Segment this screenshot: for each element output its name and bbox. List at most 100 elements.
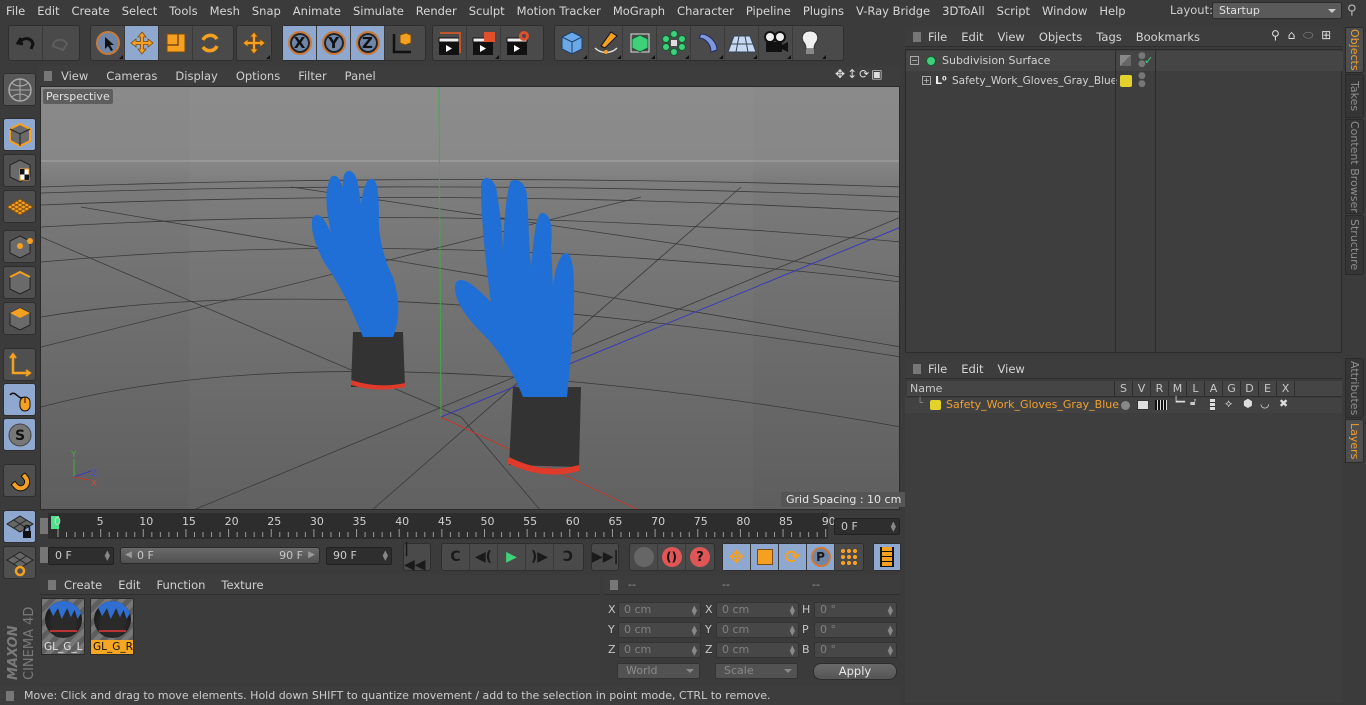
viewport-menu-view[interactable]: View	[52, 69, 97, 83]
column-render[interactable]: R	[1150, 381, 1168, 396]
position-x-field[interactable]: 0 cm ▲ ▼	[618, 602, 701, 618]
layer-row[interactable]: └ Safety_Work_Gloves_Gray_Blue ┕━ 🔓︎ ⟡ ⬢…	[905, 397, 1342, 413]
spinner-icon[interactable]: ▲ ▼	[383, 550, 388, 562]
spinner-icon[interactable]: ▲ ▼	[888, 645, 893, 657]
key-rotation-toggle[interactable]: ⟳	[779, 544, 807, 570]
material-menu-edit[interactable]: Edit	[110, 578, 148, 592]
model-mode-button[interactable]	[3, 118, 36, 151]
add-spline-button[interactable]	[589, 26, 623, 60]
menu-pipeline[interactable]: Pipeline	[740, 4, 797, 18]
size-x-field[interactable]: 0 cm ▲ ▼	[716, 602, 799, 618]
panel-grip[interactable]	[48, 579, 56, 590]
goto-start-button[interactable]: |◀◀	[404, 541, 430, 573]
next-frame-button[interactable]: )▶	[526, 544, 554, 570]
y-axis-toggle[interactable]: Y	[317, 26, 351, 60]
menu-simulate[interactable]: Simulate	[347, 4, 410, 18]
record-keys-button[interactable]	[630, 544, 658, 570]
om-menu-edit[interactable]: Edit	[954, 30, 990, 44]
view-toggle-icon[interactable]	[1137, 400, 1149, 410]
expand-icon[interactable]: +	[922, 76, 931, 85]
column-xrefs[interactable]: X	[1276, 381, 1294, 396]
object-row[interactable]: + L⁰ Safety_Work_Gloves_Gray_Blue ● ●	[906, 71, 1343, 91]
last-tool-button[interactable]	[237, 26, 271, 60]
menu-script[interactable]: Script	[991, 4, 1036, 18]
collapse-icon[interactable]: −	[910, 56, 919, 65]
lm-menu-view[interactable]: View	[991, 362, 1032, 376]
material-menu-function[interactable]: Function	[149, 578, 214, 592]
material-swatch[interactable]: GL_G_L	[41, 598, 85, 655]
viewport-menu-panel[interactable]: Panel	[336, 69, 385, 83]
tweak-mode-button[interactable]	[3, 383, 36, 416]
spinner-icon[interactable]: ▲ ▼	[692, 605, 697, 617]
column-animation[interactable]: A	[1204, 381, 1222, 396]
size-mode-select[interactable]: Scale	[715, 663, 798, 679]
frame-range-slider[interactable]: ◀ 0 F 90 F ▶	[120, 547, 320, 564]
axis-mode-button[interactable]	[3, 348, 36, 381]
pan-icon[interactable]: ✥	[835, 67, 847, 81]
editor-render-toggle-icon[interactable]	[1120, 55, 1131, 66]
tab-takes[interactable]: Takes	[1345, 74, 1364, 118]
menu-help[interactable]: Help	[1093, 4, 1131, 18]
render-to-picture-viewer-button[interactable]	[467, 26, 501, 60]
goto-end-button[interactable]: ▶▶|	[592, 544, 619, 570]
layer-color-swatch[interactable]	[930, 400, 941, 410]
layout-select[interactable]: Startup	[1212, 2, 1342, 19]
column-deformers[interactable]: D	[1240, 381, 1258, 396]
spinner-icon[interactable]: ▲ ▼	[888, 625, 893, 637]
generators-toggle-icon[interactable]: ⟡	[1225, 397, 1232, 411]
keyframe-selection-button[interactable]: ?	[686, 544, 714, 570]
menu-vray-bridge[interactable]: V-Ray Bridge	[850, 4, 936, 18]
position-y-field[interactable]: 0 cm ▲ ▼	[618, 622, 701, 638]
layer-color-swatch[interactable]	[1120, 75, 1132, 87]
redo-button[interactable]	[43, 26, 77, 60]
coordinate-system-button[interactable]	[385, 26, 419, 60]
lm-menu-edit[interactable]: Edit	[954, 362, 990, 376]
play-button[interactable]: ▶	[498, 544, 526, 570]
om-menu-file[interactable]: File	[921, 30, 954, 44]
range-right-arrow-icon[interactable]: ▶	[308, 548, 315, 563]
new-window-icon[interactable]: ⊞	[1321, 28, 1331, 42]
end-frame-field[interactable]: 90 F ▲ ▼	[326, 547, 392, 565]
menu-3dtoall[interactable]: 3DToAll	[936, 4, 991, 18]
search-icon[interactable]: ⚲	[1347, 3, 1357, 18]
render-toggle-icon[interactable]	[1155, 400, 1167, 410]
points-mode-button[interactable]	[3, 230, 36, 263]
om-menu-objects[interactable]: Objects	[1032, 30, 1089, 44]
panel-grip[interactable]	[913, 31, 921, 42]
menu-character[interactable]: Character	[671, 4, 740, 18]
tab-layers[interactable]: Layers	[1345, 419, 1364, 463]
column-solo[interactable]: S	[1114, 381, 1132, 396]
workplane-mode-button[interactable]	[3, 190, 36, 223]
menu-snap[interactable]: Snap	[246, 4, 287, 18]
start-frame-field[interactable]: 0 F ▲ ▼	[48, 547, 114, 565]
key-parameter-toggle[interactable]: P	[807, 544, 835, 570]
spinner-icon[interactable]: ▲ ▼	[692, 625, 697, 637]
key-position-toggle[interactable]: ✥	[723, 544, 751, 570]
solo-toggle-icon[interactable]	[1121, 401, 1130, 410]
rotate-tool-button[interactable]	[193, 26, 227, 60]
menu-animate[interactable]: Animate	[287, 4, 347, 18]
range-left-arrow-icon[interactable]: ◀	[125, 548, 132, 563]
menu-select[interactable]: Select	[116, 4, 163, 18]
viewport-menu-filter[interactable]: Filter	[289, 69, 335, 83]
key-pla-toggle[interactable]	[835, 544, 863, 570]
z-axis-toggle[interactable]: Z	[351, 26, 385, 60]
search-icon[interactable]: ⚲	[1271, 28, 1280, 42]
menu-mograph[interactable]: MoGraph	[607, 4, 671, 18]
next-key-button[interactable]: Ↄ	[554, 544, 582, 570]
menu-sculpt[interactable]: Sculpt	[463, 4, 511, 18]
column-lock[interactable]: L	[1186, 381, 1204, 396]
undo-button[interactable]	[9, 26, 43, 60]
menu-render[interactable]: Render	[410, 4, 463, 18]
xrefs-toggle-icon[interactable]: ✖	[1279, 397, 1288, 410]
polygons-mode-button[interactable]	[3, 302, 36, 335]
transport-grip[interactable]	[40, 547, 48, 563]
viewport-menu-display[interactable]: Display	[166, 69, 226, 83]
enabled-check-icon[interactable]: ✓	[1144, 51, 1153, 71]
timeline-ruler[interactable]: 0 5 10 15 20 25 30 35 40 45 50 55 60 65 70 75 80 85 90	[48, 513, 836, 539]
snap-button[interactable]: S	[3, 418, 36, 451]
spinner-icon[interactable]: ▲ ▼	[692, 645, 697, 657]
menu-plugins[interactable]: Plugins	[797, 4, 850, 18]
viewport-3d[interactable]: Y Z X	[40, 86, 900, 510]
object-name[interactable]: Subdivision Surface	[942, 51, 1050, 71]
